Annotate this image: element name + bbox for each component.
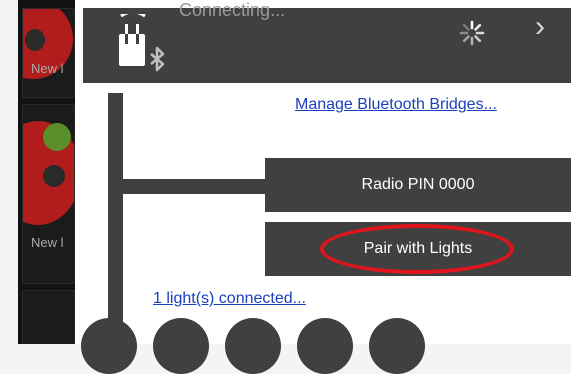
pair-with-lights-button[interactable]: Pair with Lights xyxy=(265,222,571,276)
light-node[interactable] xyxy=(297,318,353,374)
connection-branch-line xyxy=(108,179,268,194)
bridge-panel: Connecting... › Manage Bluetooth Bridges… xyxy=(75,0,571,374)
manage-bluetooth-bridges-link[interactable]: Manage Bluetooth Bridges... xyxy=(295,96,497,114)
connection-status-text: Connecting... xyxy=(179,0,286,20)
light-node[interactable] xyxy=(81,318,137,374)
radio-pin-label: Radio PIN 0000 xyxy=(361,176,475,193)
bulb-icon xyxy=(23,121,74,225)
background-light-list: New l New l xyxy=(18,0,75,344)
radio-pin-button[interactable]: Radio PIN 0000 xyxy=(265,158,571,212)
pair-with-lights-label: Pair with Lights xyxy=(363,240,473,257)
chevron-right-icon[interactable]: › xyxy=(535,12,545,42)
bluetooth-bridge-icon xyxy=(119,14,165,72)
connection-trunk-line xyxy=(108,93,123,344)
bridge-status-bar[interactable]: Connecting... › xyxy=(83,0,571,83)
left-margin xyxy=(0,0,18,344)
light-node[interactable] xyxy=(225,318,281,374)
tile-label: New l xyxy=(31,61,64,76)
loading-spinner-icon xyxy=(459,20,485,46)
background-light-tile: New l xyxy=(22,8,75,98)
tile-label: New l xyxy=(31,235,64,250)
background-light-tile xyxy=(22,290,75,344)
lights-connected-link[interactable]: 1 light(s) connected... xyxy=(153,290,306,308)
light-node[interactable] xyxy=(153,318,209,374)
background-light-tile: New l xyxy=(22,104,75,284)
light-node[interactable] xyxy=(369,318,425,374)
